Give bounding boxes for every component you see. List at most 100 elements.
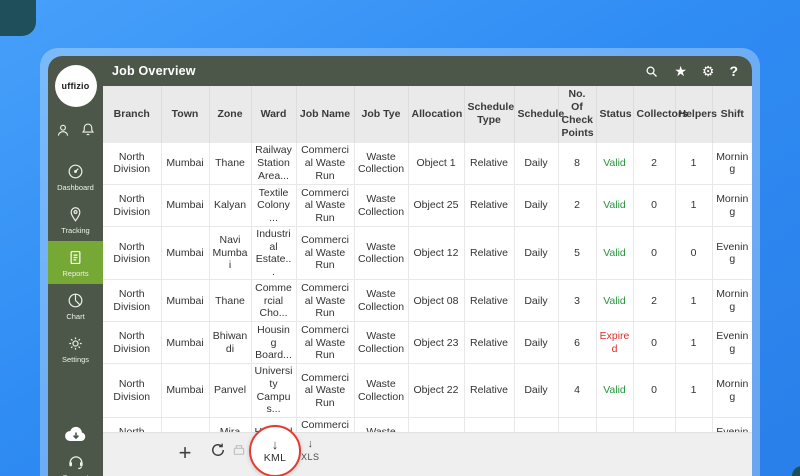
table-cell: 4	[558, 363, 597, 418]
bell-icon[interactable]	[79, 121, 97, 139]
table-cell: 8	[558, 417, 597, 432]
export-pdf-icon[interactable]	[231, 443, 247, 459]
table-row[interactable]: North Division Mumbai Navi Mumbai Industria…	[103, 226, 752, 281]
table-cell: 0	[633, 184, 676, 227]
table-cell: Daily	[514, 279, 559, 323]
table-cell: Commercial Cho...	[251, 279, 297, 323]
refresh-button[interactable]	[209, 441, 227, 459]
table-cell: Evening	[712, 321, 752, 365]
bottom-toolbar: + ↓ XLS ↓ KML	[103, 425, 752, 476]
table-cell: North Division	[103, 321, 162, 365]
sidebar-item-settings[interactable]: Settings	[48, 327, 103, 370]
table-cell: Mumbai	[161, 142, 210, 185]
table-cell: Object 10	[408, 417, 465, 432]
table-cell: Evening	[712, 226, 752, 281]
cloud-download-icon[interactable]	[63, 423, 89, 445]
header-actions: ★ ⚙ ?	[644, 63, 738, 79]
table-cell: Commercial Waste Run	[296, 226, 355, 281]
table-cell: Relative	[464, 142, 515, 185]
column-header[interactable]: Town	[161, 86, 210, 143]
settings-gear-icon	[66, 334, 85, 353]
table-cell: 0	[675, 226, 713, 281]
sidebar-item-chart[interactable]: Chart	[48, 284, 103, 327]
table-cell: Daily	[514, 363, 559, 418]
favorite-star-icon[interactable]: ★	[674, 64, 687, 78]
sidebar-bottom: Support	[48, 423, 103, 476]
user-icon[interactable]	[54, 121, 72, 139]
search-icon[interactable]	[644, 64, 659, 79]
column-header[interactable]: Schedule	[514, 86, 564, 143]
table-cell: 0	[633, 363, 676, 418]
table-row[interactable]: North Division Mumbai Panvel University Cam…	[103, 363, 752, 418]
table-cell: Daily	[514, 417, 559, 432]
column-header[interactable]: Collectors	[633, 86, 688, 143]
column-header[interactable]: Helpers	[675, 86, 717, 143]
help-icon[interactable]: ?	[729, 63, 738, 79]
table-cell: Daily	[514, 321, 559, 365]
table-body: North Division Mumbai Thane Railway Station…	[103, 142, 752, 432]
gear-icon[interactable]: ⚙	[702, 64, 715, 78]
table-cell: 6	[558, 321, 597, 365]
table-cell: North Division	[103, 142, 162, 185]
table-cell: Thane	[209, 279, 252, 323]
export-xls-label: XLS	[301, 452, 320, 462]
column-header[interactable]: Status	[596, 86, 634, 143]
table-cell: Kalyan	[209, 184, 252, 227]
brand-logo-text: uffizio	[61, 81, 90, 91]
table-cell: Mumbai	[161, 184, 210, 227]
table-cell: Mumbai	[161, 321, 210, 365]
table-row[interactable]: North DivisionMumbaiMira RoadHospital Zo…	[103, 417, 752, 432]
app-window: Job Overview ★ ⚙ ? uffizio Dashboard Tra…	[48, 56, 752, 476]
export-xls-button[interactable]: ↓ XLS	[301, 439, 320, 463]
column-header[interactable]: Zone	[209, 86, 252, 143]
table-cell: Railway Station Area...	[251, 142, 297, 185]
table-cell: Bhiwandi	[209, 321, 252, 365]
table-row[interactable]: North Division Mumbai Bhiwandi Housing Boar…	[103, 321, 752, 365]
column-header[interactable]: Ward	[251, 86, 297, 143]
status-cell: Valid	[596, 363, 634, 418]
table-cell: Housing Board...	[251, 321, 297, 365]
column-header[interactable]: Job Tye	[354, 86, 409, 143]
table-row[interactable]: North Division Mumbai Kalyan Textile Colony…	[103, 184, 752, 227]
table-cell: Morning	[712, 363, 752, 418]
table-row[interactable]: North Division Mumbai Thane Commercial Cho.…	[103, 279, 752, 323]
table-cell: Object 25	[408, 184, 465, 227]
table-cell: Relative	[464, 226, 515, 281]
table-cell: Relative	[464, 321, 515, 365]
table-cell: North Division	[103, 184, 162, 227]
table-cell: Relative	[464, 363, 515, 418]
column-header[interactable]: Schedule Type	[464, 86, 515, 143]
table-cell: Daily	[514, 226, 559, 281]
table-row[interactable]: North Division Mumbai Thane Railway Station…	[103, 142, 752, 185]
column-header[interactable]: No. Of Check Points	[558, 86, 597, 143]
table-cell: Navi Mumbai	[209, 226, 252, 281]
table-cell: 5	[558, 226, 597, 281]
sidebar-top-icons	[54, 121, 97, 139]
sidebar-item-dashboard[interactable]: Dashboard	[48, 155, 103, 198]
brand-logo[interactable]: uffizio	[54, 65, 97, 107]
table-cell: Commercial Waste Run	[296, 363, 355, 418]
table-cell: Waste Collection	[354, 226, 409, 281]
table-cell: 1	[675, 321, 713, 365]
column-header[interactable]: Allocation	[408, 86, 465, 143]
kml-label: KML	[263, 452, 287, 464]
sidebar-item-support[interactable]: Support	[48, 451, 103, 476]
corner-decor-bottom-right	[792, 466, 800, 476]
table-cell: Object 1	[408, 142, 465, 185]
column-header[interactable]: Job Name	[296, 86, 355, 143]
table-cell: Object 12	[408, 226, 465, 281]
column-header[interactable]: Branch	[103, 86, 162, 143]
table-cell: Commercial Waste Run	[296, 417, 355, 432]
kml-download-button[interactable]: ↓ KML	[249, 425, 301, 476]
table-cell: North Division	[103, 279, 162, 323]
table-cell: Thane	[209, 142, 252, 185]
table-cell: 1	[675, 363, 713, 418]
table-cell: Morning	[712, 142, 752, 185]
table-cell: Relative	[464, 417, 515, 432]
add-button[interactable]: +	[171, 439, 199, 467]
column-header[interactable]: Shift	[712, 86, 752, 143]
table-cell: 0	[633, 226, 676, 281]
sidebar-item-tracking[interactable]: Tracking	[48, 198, 103, 241]
sidebar-item-reports[interactable]: Reports	[48, 241, 103, 284]
dashboard-icon	[66, 162, 85, 181]
